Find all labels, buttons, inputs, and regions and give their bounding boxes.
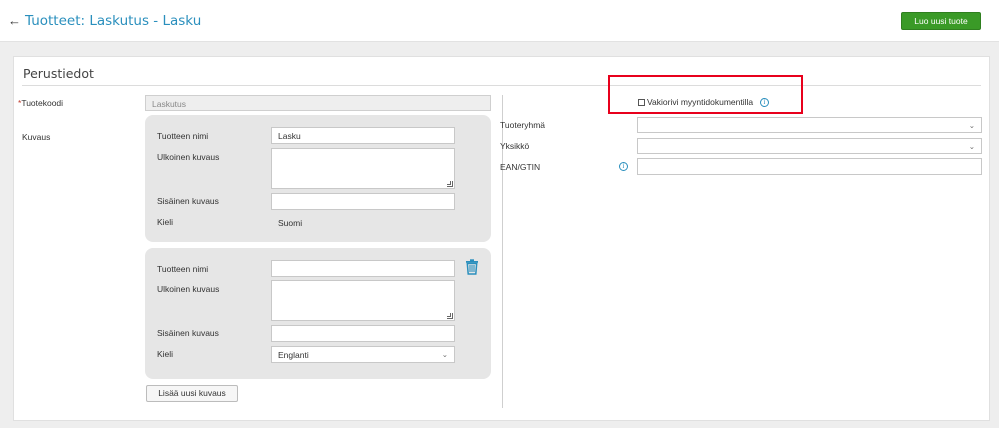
internal-description-input[interactable] [271, 193, 455, 210]
arrow-left-icon[interactable]: ← [8, 13, 21, 28]
internal-description-input[interactable] [271, 325, 455, 342]
highlight-box [608, 75, 803, 114]
internal-description-label: Sisäinen kuvaus [157, 196, 219, 206]
external-description-label: Ulkoinen kuvaus [157, 152, 220, 162]
external-description-textarea[interactable] [271, 148, 455, 189]
ean-input[interactable] [637, 158, 982, 175]
product-code-label-text: Tuotekoodi [21, 98, 64, 108]
unit-label: Yksikkö [500, 141, 530, 151]
resize-handle-icon[interactable] [447, 181, 453, 187]
product-group-label: Tuoteryhmä [500, 120, 546, 130]
unit-select[interactable]: ⌄ [637, 138, 982, 154]
info-icon[interactable]: i [619, 162, 628, 171]
language-value: Suomi [278, 218, 303, 228]
chevron-down-icon: ⌄ [968, 142, 975, 151]
trash-icon[interactable] [465, 259, 479, 275]
external-description-label: Ulkoinen kuvaus [157, 284, 220, 294]
new-product-button[interactable]: Luo uusi tuote [901, 12, 981, 30]
product-code-label: *Tuotekoodi [18, 98, 63, 108]
external-description-textarea[interactable] [271, 280, 455, 321]
description-panel-english: Tuotteen nimi Ulkoinen kuvaus Sisäinen k… [145, 248, 491, 379]
add-description-button[interactable]: Lisää uusi kuvaus [146, 385, 238, 402]
name-label: Tuotteen nimi [157, 264, 209, 274]
internal-description-label: Sisäinen kuvaus [157, 328, 219, 338]
name-input[interactable]: Lasku [271, 127, 455, 144]
language-select[interactable]: Englanti ⌄ [271, 346, 455, 363]
description-label: Kuvaus [22, 132, 51, 142]
description-panel-finnish: Tuotteen nimi Lasku Ulkoinen kuvaus Sisä… [145, 115, 491, 242]
section-divider [22, 85, 981, 86]
name-label: Tuotteen nimi [157, 131, 209, 141]
product-group-select[interactable]: ⌄ [637, 117, 982, 133]
language-label: Kieli [157, 349, 174, 359]
product-code-field[interactable]: Laskutus [145, 95, 491, 111]
page-title: Tuotteet: Laskutus - Lasku [25, 13, 202, 29]
top-bar: ← Tuotteet: Laskutus - Lasku Luo uusi tu… [0, 0, 999, 42]
resize-handle-icon[interactable] [447, 313, 453, 319]
ean-label: EAN/GTIN [500, 162, 541, 172]
basic-info-card: Perustiedot *Tuotekoodi Laskutus Kuvaus … [13, 56, 990, 421]
language-label: Kieli [157, 217, 174, 227]
name-input[interactable] [271, 260, 455, 277]
language-select-value: Englanti [278, 350, 309, 360]
section-title: Perustiedot [23, 66, 94, 81]
chevron-down-icon: ⌄ [441, 350, 448, 359]
chevron-down-icon: ⌄ [968, 121, 975, 130]
